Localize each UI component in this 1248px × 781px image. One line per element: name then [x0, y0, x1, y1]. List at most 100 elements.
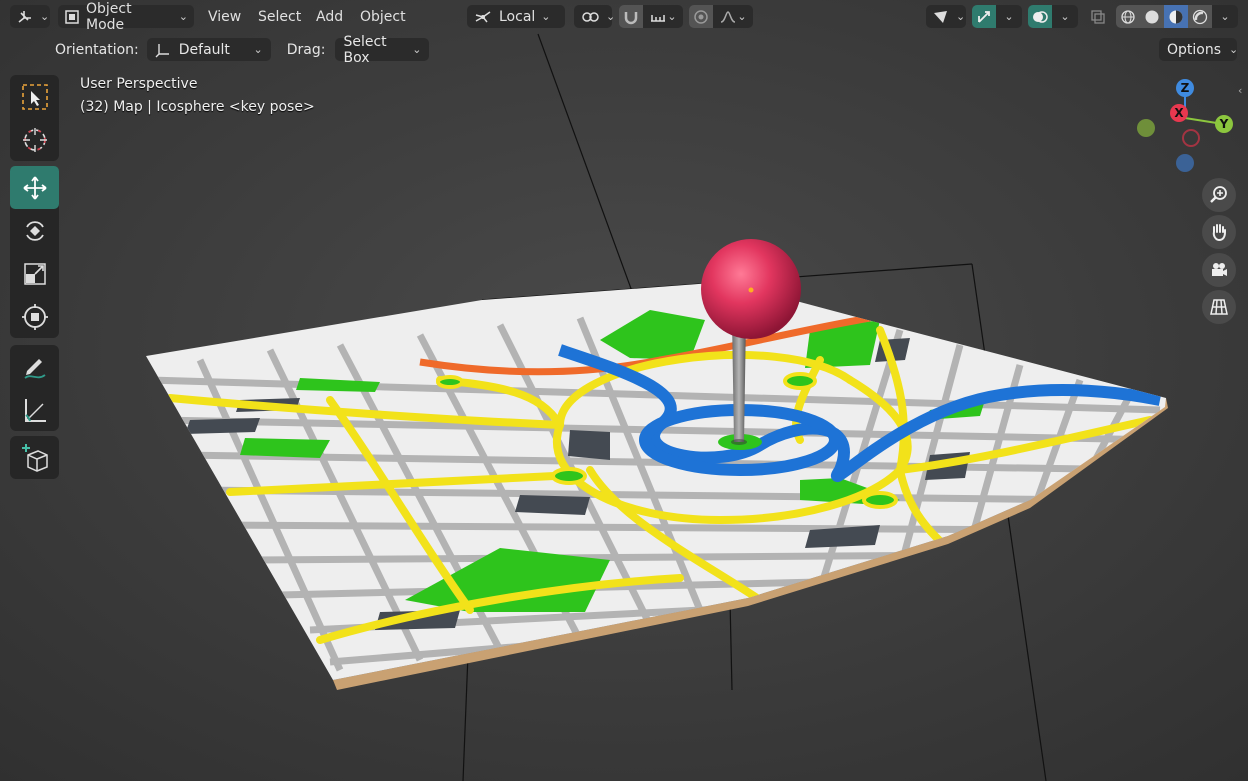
proportional-edit-group: ⌄ [689, 5, 753, 28]
scale-icon [21, 260, 49, 288]
gizmo-icon [976, 9, 992, 25]
drag-value: Select Box [343, 33, 387, 66]
overlays-toggle[interactable] [1028, 5, 1052, 28]
orientation-axes-icon [155, 42, 171, 58]
solid-sphere-icon [1144, 9, 1160, 25]
editor-type-dropdown[interactable]: ⌄ [10, 5, 50, 28]
drag-dropdown[interactable]: Select Box ⌄ [335, 34, 430, 66]
magnet-icon [623, 9, 639, 25]
overlays-dropdown[interactable]: ⌄ [1052, 5, 1078, 28]
chevron-down-icon: ⌄ [40, 10, 50, 23]
proportional-edit-toggle[interactable] [689, 5, 713, 28]
gizmo-toggle[interactable] [972, 5, 996, 28]
snap-increment-icon [649, 10, 667, 24]
axes-icon [16, 9, 34, 25]
rendered-sphere-icon [1192, 9, 1208, 25]
options-dropdown[interactable]: Options ⌄ [1159, 38, 1238, 61]
overlay-toggle-group: ⌄ [1028, 5, 1078, 28]
scene-canvas[interactable] [0, 0, 1248, 781]
mode-dropdown[interactable]: Object Mode ⌄ [58, 1, 194, 33]
camera-view-button[interactable] [1202, 253, 1236, 287]
shading-material-preview[interactable] [1164, 5, 1188, 28]
pan-button[interactable] [1202, 215, 1236, 249]
cursor-icon [21, 126, 49, 154]
gizmo-x-label: X [1174, 106, 1184, 120]
menu-object[interactable]: Object [354, 5, 412, 28]
snap-target-dropdown[interactable]: ⌄ [643, 5, 683, 28]
chevron-down-icon: ⌄ [737, 10, 747, 23]
hand-icon [1209, 222, 1229, 242]
overlays-icon [1032, 9, 1048, 25]
tool-add-cube[interactable] [10, 436, 59, 479]
shading-rendered[interactable] [1188, 5, 1212, 28]
pivot-icon [580, 9, 600, 25]
transform-icon [21, 303, 49, 331]
toolbar-group-annotate [10, 345, 59, 431]
menu-object-label: Object [360, 8, 406, 25]
add-cube-icon [20, 443, 50, 473]
transform-orientation-dropdown[interactable]: Local ⌄ [467, 5, 565, 28]
camera-icon [1209, 260, 1229, 280]
wireframe-sphere-icon [1120, 9, 1136, 25]
pivot-point-dropdown[interactable]: ⌄ [574, 5, 616, 28]
chevron-down-icon: ⌄ [1220, 10, 1230, 23]
measure-ruler-icon [21, 396, 49, 424]
chevron-down-icon: ⌄ [178, 10, 188, 23]
transform-pivot-label: Local [499, 8, 536, 25]
xray-toggle[interactable] [1084, 5, 1112, 28]
zoom-button[interactable] [1202, 178, 1236, 212]
tool-measure[interactable] [10, 388, 59, 431]
select-box-icon [21, 83, 49, 111]
gizmo-z-label: Z [1181, 81, 1190, 95]
shading-wireframe[interactable] [1116, 5, 1140, 28]
menu-view[interactable]: View [202, 5, 247, 28]
tool-rotate[interactable] [10, 209, 59, 252]
tool-move[interactable] [10, 166, 59, 209]
tool-transform[interactable] [10, 295, 59, 338]
tool-scale[interactable] [10, 252, 59, 295]
3d-viewport[interactable]: ⌄ Object Mode ⌄ View Select Add Object L… [0, 0, 1248, 781]
menu-add-label: Add [316, 8, 344, 25]
active-object-info: (32) Map | Icosphere <key pose> [80, 99, 315, 115]
tool-settings-bar: Orientation: Default ⌄ Drag: Select Box … [55, 34, 430, 66]
chevron-down-icon: ⌄ [956, 10, 966, 23]
shading-solid[interactable] [1140, 5, 1164, 28]
sidebar-toggle-arrow[interactable]: ‹ [1238, 84, 1248, 100]
visibility-icon [932, 9, 950, 25]
navigation-gizmo[interactable]: Z X Y [1130, 76, 1240, 180]
orientation-dropdown[interactable]: Default ⌄ [146, 38, 271, 61]
gizmo-toggle-group: ⌄ [972, 5, 1022, 28]
falloff-dropdown[interactable]: ⌄ [713, 5, 753, 28]
tool-cursor[interactable] [10, 118, 59, 161]
menu-add[interactable]: Add [310, 5, 349, 28]
menu-view-label: View [208, 8, 242, 25]
zoom-magnifier-icon [1209, 185, 1229, 205]
ortho-toggle-button[interactable] [1202, 290, 1236, 324]
gizmo-neg-z-circle[interactable] [1176, 154, 1194, 172]
toolbar-group-add [10, 436, 59, 479]
menu-select[interactable]: Select [252, 5, 307, 28]
chevron-down-icon: ⌄ [1060, 10, 1070, 23]
chevron-down-icon: ⌄ [606, 10, 616, 23]
xray-icon [1090, 9, 1106, 25]
snap-group: ⌄ [619, 5, 683, 28]
shading-dropdown[interactable]: ⌄ [1212, 5, 1238, 28]
toolbar-group-transform [10, 166, 59, 338]
gizmo-neg-x-circle[interactable] [1182, 129, 1200, 147]
gizmo-dropdown[interactable]: ⌄ [996, 5, 1022, 28]
chevron-down-icon: ⌄ [253, 43, 263, 56]
toolbar-group-select [10, 75, 59, 161]
tool-select-box[interactable] [10, 75, 59, 118]
orientation-value: Default [178, 41, 230, 58]
falloff-curve-icon [719, 10, 737, 24]
visibility-dropdown[interactable]: ⌄ [926, 5, 966, 28]
viewport-header: ⌄ Object Mode ⌄ View Select Add Object L… [0, 0, 1248, 33]
snap-toggle[interactable] [619, 5, 643, 28]
tool-annotate[interactable] [10, 345, 59, 388]
mode-label: Object Mode [86, 0, 132, 33]
gizmo-neg-y-circle[interactable] [1137, 119, 1155, 137]
rotate-icon [21, 217, 49, 245]
gizmo-y-label: Y [1219, 117, 1229, 131]
move-icon [21, 174, 49, 202]
options-label: Options [1167, 41, 1222, 58]
